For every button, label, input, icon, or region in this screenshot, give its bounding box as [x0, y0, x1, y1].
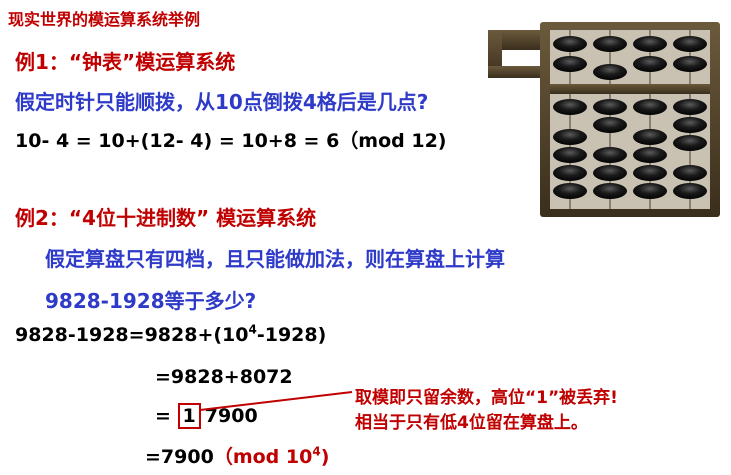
example1-question: 假定时针只能顺拨，从10点倒拨4格后是几点? [15, 90, 429, 114]
eq3-rest: 7900 [204, 405, 258, 427]
eq4-mod-exponent: 4 [312, 444, 321, 459]
example2-equation-3: = 1 7900 [155, 403, 258, 429]
example2-title: 例2：“4位十进制数” 模运算系统 [15, 206, 317, 230]
eq1-suffix: -1928) [256, 324, 327, 346]
eq4-prefix: =7900 [145, 446, 214, 468]
example2-equation-1: 9828-1928=9828+(104-1928) [15, 324, 326, 346]
eq3-prefix: = [155, 405, 171, 427]
example1-equation: 10- 4 = 10+(12- 4) = 10+8 = 6（mod 12) [15, 130, 447, 152]
discarded-high-digit: 1 [177, 403, 201, 429]
page-title: 现实世界的模运算系统举例 [8, 10, 201, 29]
example2-question-line1: 假定算盘只有四档，且只能做加法，则在算盘上计算 [45, 247, 505, 271]
example2-equation-4: =7900（mod 104) [145, 442, 329, 469]
eq4-mod-suffix: ) [320, 446, 330, 468]
eq1-prefix: 9828-1928=9828+(10 [15, 324, 249, 346]
example2-question-line2: 9828-1928等于多少? [45, 289, 257, 313]
eq1-exponent: 4 [248, 322, 257, 337]
note-line-2: 相当于只有低4位留在算盘上。 [355, 413, 588, 433]
abacus-icon [488, 22, 720, 217]
eq4-mod-prefix: （mod 10 [213, 446, 313, 468]
example2-equation-2: =9828+8072 [155, 366, 293, 388]
example1-title: 例1：“钟表”模运算系统 [15, 50, 236, 74]
note-line-1: 取模即只留余数，高位“1”被丢弃! [355, 388, 618, 408]
